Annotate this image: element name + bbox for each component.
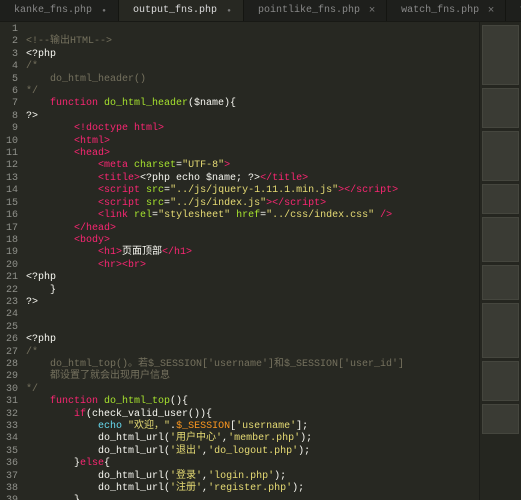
code-line: <meta charset="UTF-8"> [26,160,230,171]
code-line: <!--输出HTML--> [26,36,112,47]
line-number-gutter: 1 2 3 4 5 6 7 8 9 10 11 12 13 14 15 16 1… [0,22,26,500]
code-line: do_html_url('退出','do_logout.php'); [26,446,310,457]
code-line: function do_html_top(){ [26,396,188,407]
code-line: do_html_url('用户中心','member.php'); [26,433,312,444]
tab-pointlike[interactable]: pointlike_fns.php [244,0,387,21]
code-line: do_html_top()。若$_SESSION['username']和$_S… [26,359,404,370]
code-line: if(check_valid_user()){ [26,409,212,420]
code-line: <script src="../js/index.js"></script> [26,198,326,209]
tab-label: watch_fns.php [401,5,479,16]
code-line: <script src="../js/jquery-1.11.1.min.js"… [26,185,398,196]
code-line: <title><?php echo $name; ?></title> [26,173,308,184]
code-line: } [26,495,80,500]
code-line: echo "欢迎，".$_SESSION['username']; [26,421,308,432]
code-line: function do_html_header($name){ [26,98,236,109]
code-line: 都设置了就会出现用户信息 [26,371,170,382]
code-line: /* [26,347,38,358]
close-icon[interactable] [368,7,376,15]
editor-main: 1 2 3 4 5 6 7 8 9 10 11 12 13 14 15 16 1… [0,22,521,500]
code-line: </head> [26,223,116,234]
code-line: do_html_url('注册','register.php'); [26,483,304,494]
code-line: */ [26,86,38,97]
code-line: <?php [26,334,56,345]
close-icon[interactable] [487,7,495,15]
minimap-region [482,88,519,128]
code-line: ?> [26,111,38,122]
tab-label: output_fns.php [133,5,217,16]
code-line: <?php [26,272,56,283]
dirty-dot-icon [100,7,108,15]
code-line: }else{ [26,458,110,469]
code-line: do_html_url('登录','login.php'); [26,471,286,482]
minimap-region [482,25,519,85]
minimap-region [482,265,519,300]
code-line: <body> [26,235,110,246]
minimap-region [482,404,519,434]
minimap-region [482,184,519,214]
minimap[interactable] [479,22,521,500]
tab-kanke[interactable]: kanke_fns.php [0,0,119,21]
tab-watch[interactable]: watch_fns.php [387,0,506,21]
tab-label: pointlike_fns.php [258,5,360,16]
code-line: /* [26,61,38,72]
code-line: <link rel="stylesheet" href="../css/inde… [26,210,392,221]
code-line: } [26,285,56,296]
dirty-dot-icon [225,7,233,15]
code-line: <?php [26,49,56,60]
minimap-region [482,131,519,181]
code-line: ?> [26,297,38,308]
tab-video[interactable]: video_fns.php [506,0,521,21]
code-area[interactable]: <!--输出HTML--> <?php /* do_html_header() … [26,22,479,500]
minimap-region [482,303,519,358]
minimap-region [482,361,519,401]
tab-label: kanke_fns.php [14,5,92,16]
code-line: */ [26,384,38,395]
code-line: do_html_header() [26,74,146,85]
code-line: <hr><br> [26,260,146,271]
code-line: <!doctype html> [26,123,164,134]
tab-output[interactable]: output_fns.php [119,0,244,21]
code-line: <head> [26,148,110,159]
code-line: <h1>页面顶部</h1> [26,247,192,258]
minimap-region [482,217,519,262]
code-line: <html> [26,136,110,147]
editor-pane[interactable]: 1 2 3 4 5 6 7 8 9 10 11 12 13 14 15 16 1… [0,22,479,500]
tab-bar: kanke_fns.php output_fns.php pointlike_f… [0,0,521,22]
